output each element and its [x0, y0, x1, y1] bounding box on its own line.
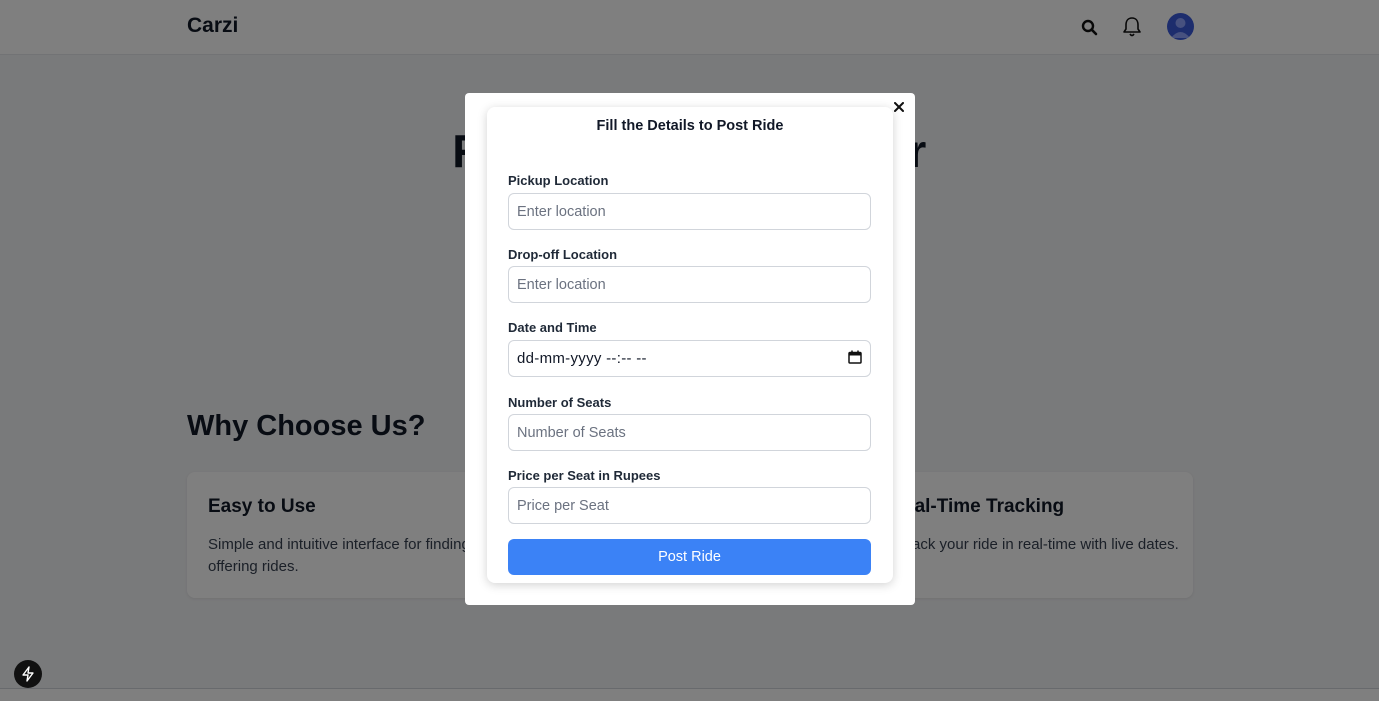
post-ride-form: Fill the Details to Post Ride Pickup Loc… — [487, 107, 893, 583]
dev-tools-badge[interactable] — [14, 660, 42, 688]
calendar-icon[interactable] — [848, 350, 862, 368]
post-ride-button[interactable]: Post Ride — [508, 539, 871, 575]
price-per-seat-input[interactable] — [508, 487, 871, 524]
number-of-seats-input[interactable] — [508, 414, 871, 451]
form-title: Fill the Details to Post Ride — [596, 118, 784, 134]
datetime-input[interactable]: dd-mm-yyyy --:-- -- — [508, 340, 871, 377]
pickup-location-input[interactable] — [508, 193, 871, 230]
close-icon[interactable] — [891, 99, 907, 115]
post-ride-modal: Fill the Details to Post Ride Pickup Loc… — [465, 93, 915, 605]
dropoff-label: Drop-off Location — [508, 247, 618, 262]
dropoff-location-input[interactable] — [508, 266, 871, 303]
datetime-value: dd-mm-yyyy --:-- -- — [517, 350, 647, 367]
datetime-label: Date and Time — [508, 320, 597, 335]
seats-label: Number of Seats — [508, 395, 612, 410]
price-label: Price per Seat in Rupees — [508, 468, 661, 483]
pickup-label: Pickup Location — [508, 173, 609, 188]
